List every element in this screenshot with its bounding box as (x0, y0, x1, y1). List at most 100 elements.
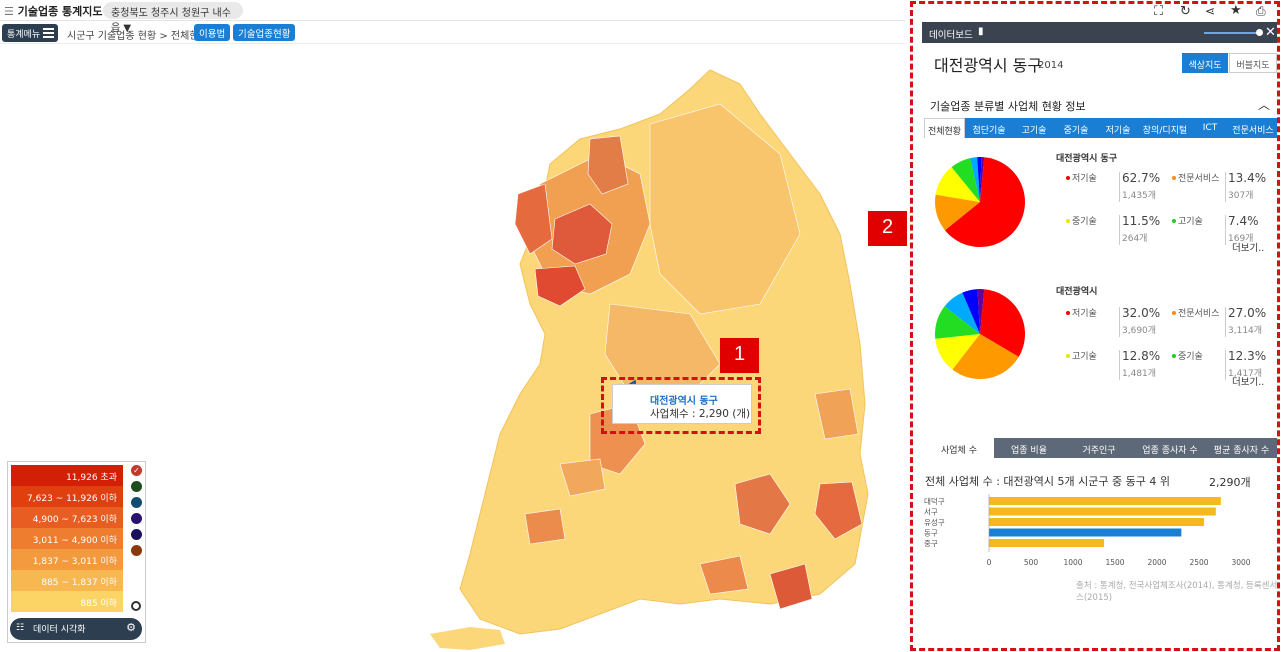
divider (1225, 172, 1226, 202)
stat-percent: 32.0% (1122, 306, 1161, 320)
stat-item: 중기술 12.3% 1,417개 (1172, 348, 1282, 382)
category-tab[interactable]: ICT (1191, 118, 1229, 138)
series-dot (1172, 311, 1176, 315)
indicator-tab[interactable]: 업종 비율 (994, 438, 1064, 458)
color-theme-dot[interactable] (131, 513, 142, 524)
category-tab[interactable]: 고기술 (1013, 118, 1055, 138)
color-map-button[interactable]: 색상지도 (1182, 53, 1228, 73)
divider (1119, 215, 1120, 245)
opacity-slider[interactable] (1204, 32, 1259, 34)
legend-item[interactable]: 11,926 초과 (11, 465, 123, 486)
map-jeju[interactable] (430, 627, 505, 650)
print-icon[interactable]: ⎙ (1256, 4, 1266, 19)
gear-icon[interactable]: ⚙ (126, 621, 136, 634)
annotation-box-1 (601, 377, 761, 434)
close-icon[interactable]: ✕ (1265, 25, 1276, 40)
stat-count: 307개 (1228, 191, 1254, 201)
category-tab[interactable]: 전문서비스 (1229, 118, 1277, 138)
series-dot (1172, 354, 1176, 358)
bar[interactable] (989, 528, 1182, 537)
stat-label: 전문서비스 (1178, 174, 1220, 184)
stat-percent: 12.8% (1122, 349, 1161, 363)
category-tab[interactable]: 저기술 (1097, 118, 1139, 138)
stat-percent: 62.7% (1122, 171, 1161, 185)
color-theme-dot[interactable] (131, 497, 142, 508)
more-link-1[interactable]: 더보기.. (1232, 240, 1264, 254)
refresh-icon[interactable]: ↻ (1180, 4, 1191, 19)
category-tab[interactable]: 전체현황 (924, 118, 965, 138)
color-theme-dot[interactable] (131, 481, 142, 492)
data-visualization-button[interactable]: ☷ 데이터 시각화 ⚙ (10, 618, 142, 640)
guide-button[interactable]: 이용법 (194, 24, 231, 41)
bar-category-label: 동구 (924, 529, 938, 538)
divider (1119, 172, 1120, 202)
color-theme-dot[interactable] (131, 545, 142, 556)
stat-label: 중기술 (1178, 352, 1203, 362)
category-tabs: 전체현황 첨단기술 고기술 중기술 저기술 창의/디지털 ICT 전문서비스 (924, 118, 1277, 138)
block2-title: 대전광역시 (1056, 287, 1098, 297)
star-icon[interactable]: ★ (1230, 3, 1242, 18)
stat-item: 전문서비스 27.0% 3,114개 (1172, 305, 1282, 339)
stat-percent: 11.5% (1122, 214, 1161, 228)
bar[interactable] (989, 497, 1221, 505)
stat-count: 1,435개 (1122, 191, 1157, 201)
no-data-icon[interactable] (131, 601, 141, 611)
stats-menu-button[interactable]: 통계메뉴 (2, 24, 58, 42)
x-tick-label: 1000 (1063, 558, 1082, 567)
legend-item[interactable]: 885 ~ 1,837 이하 (11, 570, 123, 591)
dashboard-title: 데이터보드 (929, 30, 973, 41)
tech-status-button[interactable]: 기술업종현황 (233, 24, 296, 41)
bubble-map-button[interactable]: 버블지도 (1229, 53, 1277, 73)
legend-item[interactable]: 3,011 ~ 4,900 이하 (11, 528, 123, 549)
bar[interactable] (989, 518, 1205, 526)
slider-handle[interactable] (1256, 29, 1263, 36)
legend-item[interactable]: 7,623 ~ 11,926 이하 (11, 486, 123, 507)
x-tick-label: 0 (987, 558, 992, 567)
category-tab[interactable]: 첨단기술 (965, 118, 1013, 138)
divider (1119, 350, 1120, 380)
x-tick-label: 1500 (1105, 558, 1124, 567)
region-title: 대전광역시 동구 (934, 56, 1043, 75)
more-link-2[interactable]: 더보기.. (1232, 374, 1264, 388)
stat-item: 전문서비스 13.4% 307개 (1172, 170, 1282, 204)
stat-percent: 12.3% (1228, 349, 1267, 363)
fullscreen-icon[interactable]: ⛶ (1154, 4, 1163, 19)
map-region-gwangju[interactable] (524, 508, 566, 545)
indicator-tab[interactable]: 거주인구 (1064, 438, 1134, 458)
category-tab[interactable]: 창의/디지털 (1139, 118, 1191, 138)
color-theme-dot[interactable] (131, 529, 142, 540)
chevron-up-icon[interactable]: ︿ (1258, 96, 1270, 113)
block1-title: 대전광역시 동구 (1056, 154, 1118, 164)
source-note: 출처 : 통계청, 전국사업체조사(2014), 통계청, 등록센서스(2015… (1076, 581, 1278, 603)
series-dot (1066, 354, 1070, 358)
stat-item: 고기술 7.4% 169개 (1172, 213, 1282, 247)
share-icon[interactable]: ⋖ (1205, 4, 1215, 18)
series-dot (1066, 176, 1070, 180)
legend-item[interactable]: 4,900 ~ 7,623 이하 (11, 507, 123, 528)
divider (1225, 350, 1226, 380)
x-tick-label: 3000 (1231, 558, 1250, 567)
indicator-tabs: 사업체 수 업종 비율 거주인구 업종 종사자 수 평균 종사자 수 (924, 438, 1277, 458)
legend-item[interactable]: 885 이하 (11, 591, 123, 612)
breadcrumb: 시군구 기술업종 현황 > 전체현황 (67, 31, 208, 42)
divider (1225, 215, 1226, 245)
bar-category-label: 유성구 (924, 518, 945, 527)
bar[interactable] (989, 507, 1216, 516)
hamburger-icon (43, 28, 54, 38)
stat-count: 3,690개 (1122, 326, 1157, 336)
dashboard-header: 데이터보드 ▮ ✕ (922, 22, 1277, 43)
bar[interactable] (989, 539, 1105, 547)
indicator-tab[interactable]: 업종 종사자 수 (1134, 438, 1206, 458)
check-icon[interactable]: ✓ (131, 465, 142, 476)
series-dot (1066, 311, 1070, 315)
map-legend: 11,926 초과 7,623 ~ 11,926 이하 4,900 ~ 7,623 … (7, 461, 146, 643)
x-tick-label: 2500 (1189, 558, 1208, 567)
category-tab[interactable]: 중기술 (1055, 118, 1097, 138)
legend-item[interactable]: 1,837 ~ 3,011 이하 (11, 549, 123, 570)
menu-bar: 통계메뉴 시군구 기술업종 현황 > 전체현황 이용법 기술업종현황 (0, 22, 905, 44)
indicator-tab[interactable]: 평균 종사자 수 (1206, 438, 1277, 458)
divider (1119, 307, 1120, 337)
location-selector[interactable]: 충청북도 청주시 청원구 내수읍 ▼ (103, 2, 243, 34)
indicator-tab[interactable]: 사업체 수 (924, 438, 994, 458)
rank-total: 2,290개 (1209, 476, 1251, 489)
